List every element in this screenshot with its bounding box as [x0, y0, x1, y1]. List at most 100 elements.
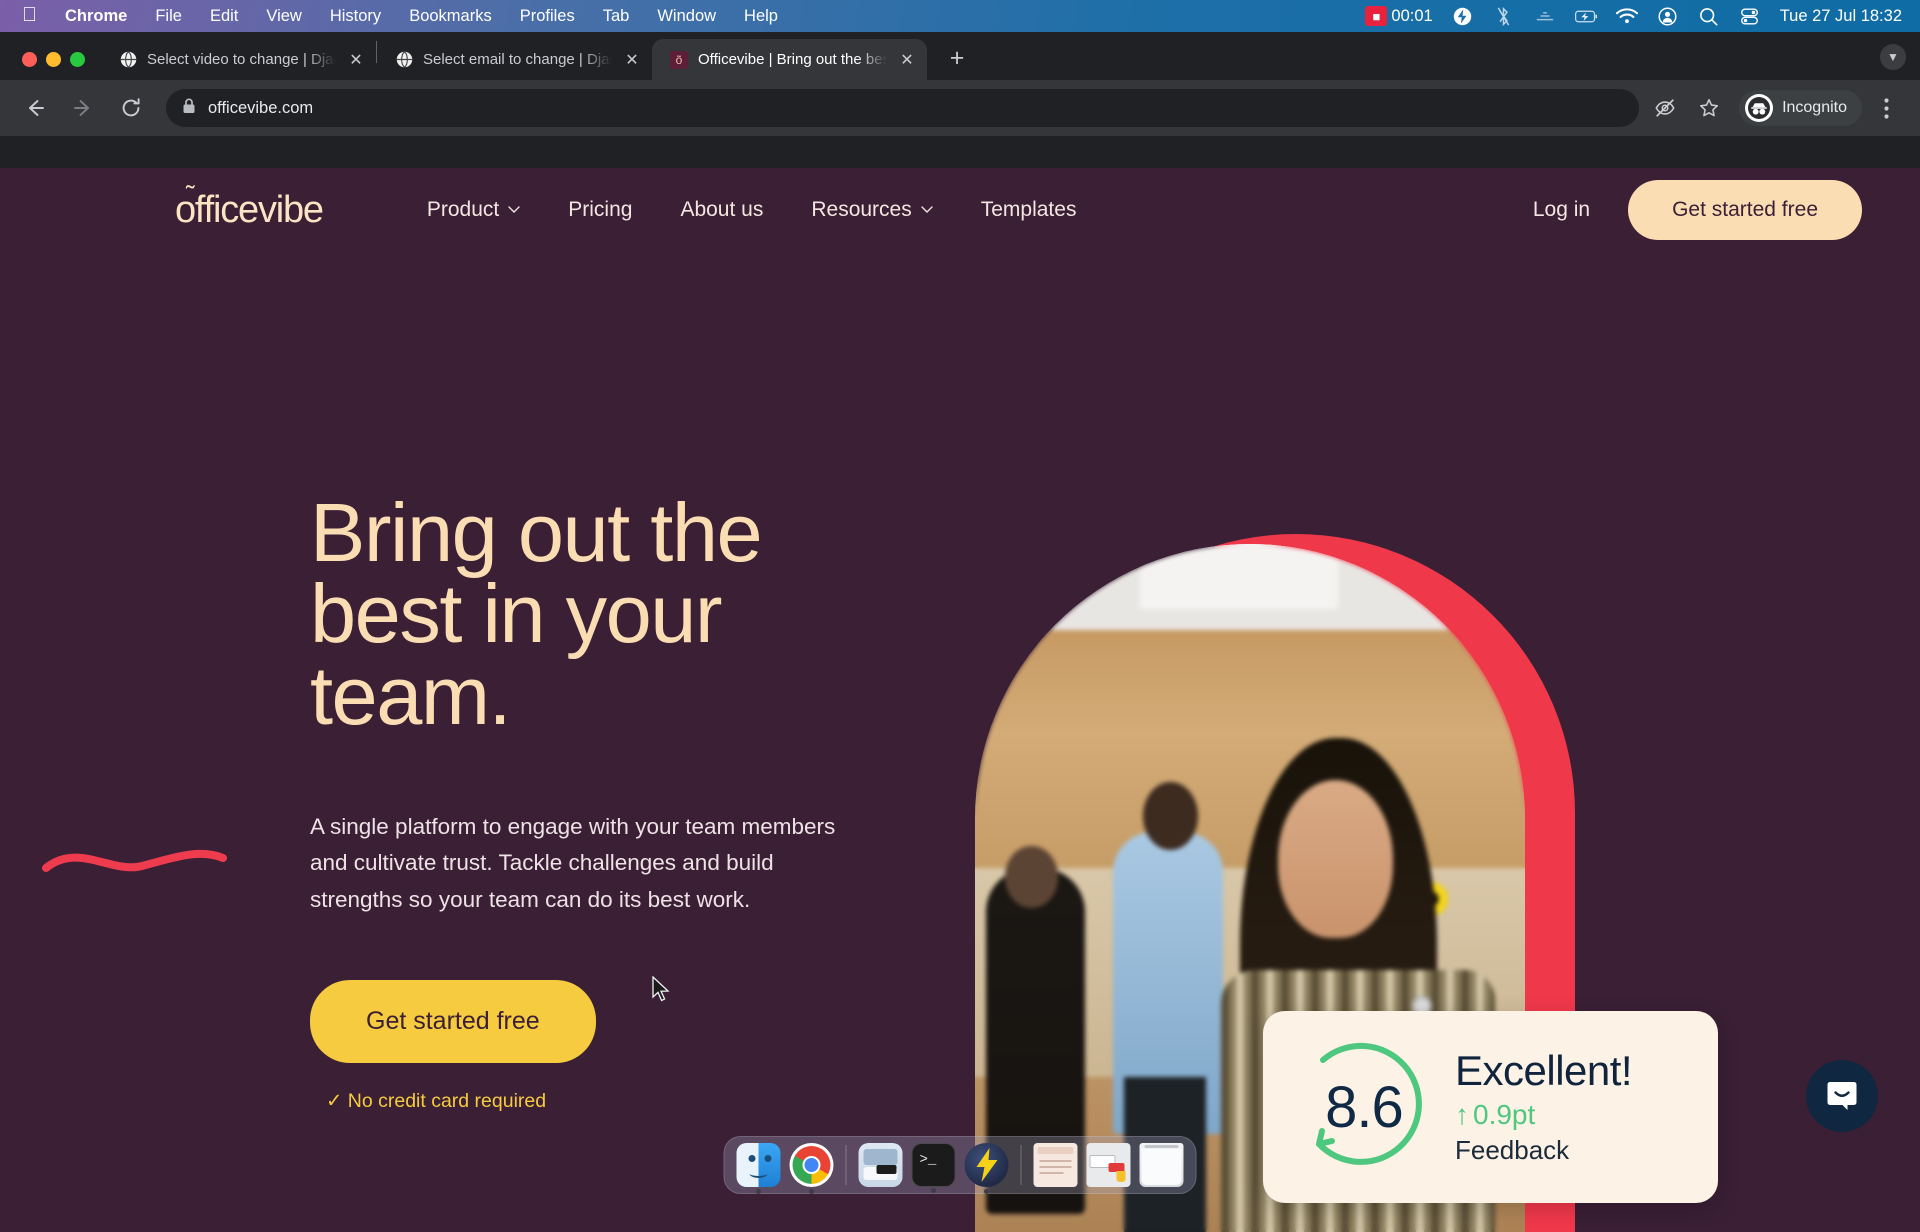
menu-item-file[interactable]: File [141, 7, 196, 26]
scorecard-text: Excellent! ↑ 0.9pt Feedback [1455, 1048, 1632, 1165]
new-tab-button[interactable]: + [939, 40, 975, 76]
finder-icon[interactable] [737, 1143, 781, 1187]
kebab-menu-icon[interactable] [1866, 88, 1906, 128]
tab-search-chevron-icon[interactable]: ▼ [1880, 44, 1906, 70]
menu-item-bookmarks[interactable]: Bookmarks [395, 7, 506, 26]
nav-label: Product [427, 198, 499, 222]
feedback-scorecard: 8.6 Excellent! ↑ 0.9pt Feedback [1263, 1011, 1718, 1203]
hero-image-block: 8.6 Excellent! ↑ 0.9pt Feedback [975, 534, 1575, 1232]
menu-item-history[interactable]: History [316, 7, 395, 26]
maximize-window-button[interactable] [70, 52, 85, 67]
officevibe-logo[interactable]: ˜ officevibe [175, 189, 323, 232]
search-icon[interactable] [1698, 6, 1720, 26]
headline-line-1: Bring out the [310, 486, 761, 579]
get-started-free-hero-button[interactable]: Get started free [310, 980, 596, 1063]
incognito-profile-chip[interactable]: Incognito [1739, 90, 1862, 126]
thunder-app-icon[interactable] [965, 1143, 1009, 1187]
lock-icon [182, 98, 196, 119]
nav-item-templates[interactable]: Templates [957, 198, 1101, 222]
score-gauge: 8.6 [1289, 1032, 1439, 1182]
chrome-icon[interactable] [790, 1143, 834, 1187]
app-running-dot [984, 1189, 989, 1194]
app-running-dot [809, 1189, 814, 1194]
back-arrow-icon[interactable] [14, 87, 56, 129]
score-delta: ↑ 0.9pt [1455, 1099, 1632, 1131]
menu-bar-clock[interactable]: Tue 27 Jul 18:32 [1780, 7, 1902, 26]
minimize-window-button[interactable] [46, 52, 61, 67]
incognito-avatar-icon [1745, 94, 1773, 122]
login-link[interactable]: Log in [1511, 198, 1612, 222]
bolt-icon[interactable] [1452, 6, 1474, 26]
omnibox-actions: Incognito [1645, 88, 1906, 128]
nav-item-resources[interactable]: Resources [787, 198, 956, 222]
record-stop-icon[interactable]: ■ [1365, 6, 1387, 26]
dock-separator [846, 1145, 847, 1185]
logo-text: officevibe [175, 189, 323, 231]
omnibox-toolbar: officevibe.com Incognito [0, 80, 1920, 136]
chrome-window: Select video to change | Djang ✕ Select … [0, 32, 1920, 1200]
nav-label: Resources [811, 198, 911, 222]
no-credit-card-note: ✓ No credit card required [310, 1089, 870, 1113]
webpage-viewport: ˜ officevibe Product Pricing About us Re… [0, 168, 1920, 1232]
menu-item-view[interactable]: View [252, 7, 315, 26]
up-arrow-icon: ↑ [1455, 1099, 1469, 1131]
tab-strip: Select video to change | Djang ✕ Select … [0, 32, 1920, 80]
nav-item-pricing[interactable]: Pricing [544, 198, 656, 222]
control-center-icon[interactable] [1739, 6, 1761, 26]
tab-title: Select video to change | Djang [147, 51, 336, 68]
chevron-down-icon [508, 206, 520, 214]
nav-label: Templates [981, 198, 1077, 222]
keyboard-brightness-icon[interactable] [1534, 6, 1556, 26]
screen-recording-indicator[interactable]: ■ 00:01 [1365, 6, 1432, 26]
hero-subcopy: A single platform to engage with your te… [310, 809, 840, 918]
tab-strip-right: ▼ [1880, 44, 1920, 80]
browser-tab-3-active[interactable]: õ Officevibe | Bring out the best ✕ [652, 39, 927, 80]
globe-icon [395, 51, 413, 69]
terminal-icon[interactable]: >_ [912, 1143, 956, 1187]
macos-menu-bar:  Chrome File Edit View History Bookmark… [0, 0, 1920, 32]
menu-item-window[interactable]: Window [643, 7, 730, 26]
menu-bar-status-area: ■ 00:01 Tue 27 Jul 18:32 [1365, 6, 1920, 26]
browser-tab-1[interactable]: Select video to change | Djang ✕ [101, 39, 376, 80]
app-running-dot [756, 1189, 761, 1194]
screenshot-icon[interactable] [1087, 1143, 1131, 1187]
apple-logo-icon[interactable]:  [16, 5, 51, 28]
control-center-user-icon[interactable] [1657, 6, 1679, 26]
menu-item-profiles[interactable]: Profiles [506, 7, 589, 26]
hero-copy-block: Bring out the best in your team. A singl… [310, 492, 870, 1113]
url-text: officevibe.com [208, 99, 313, 118]
star-icon[interactable] [1689, 88, 1729, 128]
score-metric-label: Feedback [1455, 1135, 1632, 1166]
get-started-free-nav-button[interactable]: Get started free [1628, 180, 1862, 240]
globe-icon [119, 51, 137, 69]
menu-item-chrome[interactable]: Chrome [51, 7, 141, 26]
menu-item-help[interactable]: Help [730, 7, 792, 26]
notes-icon[interactable] [1034, 1143, 1078, 1187]
reload-icon[interactable] [110, 87, 152, 129]
nav-item-about-us[interactable]: About us [656, 198, 787, 222]
score-delta-value: 0.9pt [1473, 1099, 1535, 1131]
close-window-button[interactable] [22, 52, 37, 67]
profile-label: Incognito [1782, 99, 1847, 117]
eye-off-icon[interactable] [1645, 88, 1685, 128]
trash-icon[interactable] [1140, 1143, 1184, 1187]
menu-item-edit[interactable]: Edit [196, 7, 252, 26]
window-traffic-lights [0, 52, 101, 80]
close-tab-button[interactable]: ✕ [622, 50, 642, 70]
wifi-icon[interactable] [1616, 6, 1638, 26]
close-tab-button[interactable]: ✕ [346, 50, 366, 70]
address-bar[interactable]: officevibe.com [166, 89, 1639, 127]
bluetooth-icon[interactable] [1493, 6, 1515, 26]
menu-item-tab[interactable]: Tab [589, 7, 644, 26]
status-badge: Excellent! [1455, 1048, 1632, 1094]
dock-separator [1021, 1145, 1022, 1185]
nav-item-product[interactable]: Product [403, 198, 544, 222]
recording-time: 00:01 [1391, 7, 1432, 26]
intercom-chat-icon[interactable] [1806, 1060, 1878, 1132]
browser-tab-2[interactable]: Select email to change | Djang ✕ [377, 39, 652, 80]
close-tab-button[interactable]: ✕ [897, 50, 917, 70]
battery-charging-icon[interactable] [1575, 6, 1597, 26]
preview-icon[interactable] [859, 1143, 903, 1187]
forward-arrow-icon[interactable] [62, 87, 104, 129]
site-navigation-bar: ˜ officevibe Product Pricing About us Re… [0, 168, 1920, 252]
